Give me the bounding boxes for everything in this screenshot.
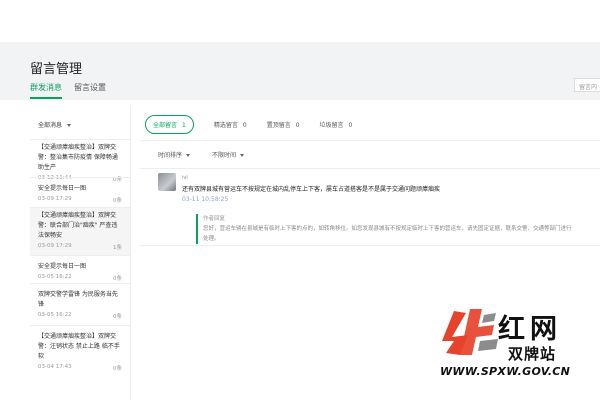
page-title: 留言管理 (30, 62, 83, 77)
list-item-title: 【交通顽瘴痼疾整治】双牌交警：整治集市防疫情 保障畅通助生产 (38, 144, 118, 171)
list-item-count: 1条 (113, 245, 122, 251)
divider (140, 140, 600, 141)
list-item-time: 03-04 17:43 (38, 364, 72, 370)
sort-label: 不限时间 (212, 152, 237, 159)
list-item-count: 0条 (113, 198, 122, 204)
message-filter-dropdown[interactable]: 全部消息 (30, 105, 130, 139)
filter-pinned-comments[interactable]: 置顶留言 0 (267, 120, 300, 129)
list-item-time: 03-09 17:29 (38, 196, 72, 202)
author-reply-text: 您好，营运车辆在县城是有临时上下客的点的，如转角移位。如您发现县城有不按规定临时… (203, 226, 572, 242)
top-bar (0, 0, 600, 42)
list-item[interactable]: 【交通顽瘴痼疾整治】双牌交警：注销状态 禁止上路 临不手软 03-04 17:4… (30, 325, 130, 375)
comment-text: 还有双牌县城有营运车不按规定在城内乱停车上下客，屡车占道搭客是不是属于交通问题顽… (182, 186, 441, 193)
sort-by-time-dropdown[interactable]: 时间排序 (158, 150, 191, 159)
avatar (158, 173, 176, 191)
list-item-count: 0条 (113, 366, 122, 372)
filter-label: 垃圾留言 (319, 122, 344, 129)
author-reply: 作者回复 您好，营运车辆在县城是有临时上下客的点的，如转角移位。如您发现县城有不… (196, 214, 576, 244)
list-item-title: 双牌交警学雷锋 为民服务当先锋 (38, 291, 118, 308)
list-item-count: 0条 (113, 314, 122, 320)
list-item-time: 03-09 17:29 (38, 243, 72, 249)
list-item-time: 03-05 16:22 (38, 274, 72, 280)
list-item-title: 安全提示每日一图 (38, 185, 87, 192)
watermark-title: 红网 (498, 314, 562, 345)
watermark-url: WWW.SPXW.GOV.CN (440, 365, 571, 378)
time-range-dropdown[interactable]: 不限时间 (212, 150, 245, 159)
page-header: 留言管理 群发消息 留言设置 留言内 (0, 42, 600, 100)
filter-count: 0 (242, 122, 247, 129)
chevron-down-icon (186, 154, 191, 157)
watermark-subtitle: 双牌站 (508, 345, 557, 363)
list-item[interactable]: 安全提示每日一图 03-05 16:22 0条 (30, 255, 130, 283)
message-filter-label: 全部消息 (38, 122, 63, 129)
comment-time: 03-11 10:58:25 (182, 196, 229, 203)
sort-controls: 时间排序 不限时间 (158, 150, 266, 159)
list-item-count: 0条 (113, 276, 122, 282)
filter-label: 精选留言 (213, 122, 238, 129)
article-sidebar: 全部消息 【交通顽瘴痼疾整治】双牌交警：整治集市防疫情 保障畅通助生产 03-1… (30, 105, 131, 400)
filter-spam-comments[interactable]: 垃圾留言 0 (320, 120, 353, 129)
filter-featured-comments[interactable]: 精选留言 0 (214, 120, 247, 129)
tab-broadcast[interactable]: 群发消息 (30, 82, 62, 99)
list-item-title: 安全提示每日一图 (38, 263, 87, 270)
divider (140, 245, 600, 246)
chevron-down-icon (240, 154, 245, 157)
filter-label: 置顶留言 (266, 122, 291, 129)
filter-count: 0 (348, 122, 353, 129)
list-item-time: 03-05 16:22 (38, 312, 72, 318)
header-tabs: 群发消息 留言设置 (30, 82, 106, 99)
list-item[interactable]: 【交通顽瘴痼疾整治】双牌交警：联合部门治"痼疾" 严查违法保畅安 03-09 1… (30, 207, 130, 255)
filter-count: 0 (295, 122, 300, 129)
list-item[interactable]: 【交通顽瘴痼疾整治】双牌交警：整治集市防疫情 保障畅通助生产 03-12 11:… (30, 139, 130, 183)
divider (140, 168, 600, 169)
comment-filter-tabs: 全部留言 1 精选留言 0 置顶留言 0 垃圾留言 0 (145, 115, 372, 134)
watermark: 红网 双牌站 WWW.SPXW.GOV.CN (440, 305, 600, 400)
list-item[interactable]: 双牌交警学雷锋 为民服务当先锋 03-05 16:22 0条 (30, 283, 130, 325)
chevron-down-icon (67, 124, 72, 127)
filter-count: 1 (182, 122, 186, 129)
tab-comment-settings[interactable]: 留言设置 (74, 82, 106, 99)
sort-label: 时间排序 (158, 152, 183, 159)
filter-all-comments[interactable]: 全部留言 1 (145, 115, 194, 134)
list-item[interactable]: 安全提示每日一图 03-09 17:29 0条 (30, 177, 130, 207)
list-item-title: 【交通顽瘴痼疾整治】双牌交警：联合部门治"痼疾" 严查违法保畅安 (38, 212, 118, 239)
rednet-logo-icon (442, 309, 498, 355)
filter-label: 全部留言 (153, 122, 178, 129)
list-item-title: 【交通顽瘴痼疾整治】双牌交警：注销状态 禁止上路 临不手软 (38, 333, 120, 360)
search-input[interactable]: 留言内 (574, 78, 600, 92)
comment-nickname: ivl (182, 175, 188, 181)
author-reply-label: 作者回复 (203, 216, 226, 222)
